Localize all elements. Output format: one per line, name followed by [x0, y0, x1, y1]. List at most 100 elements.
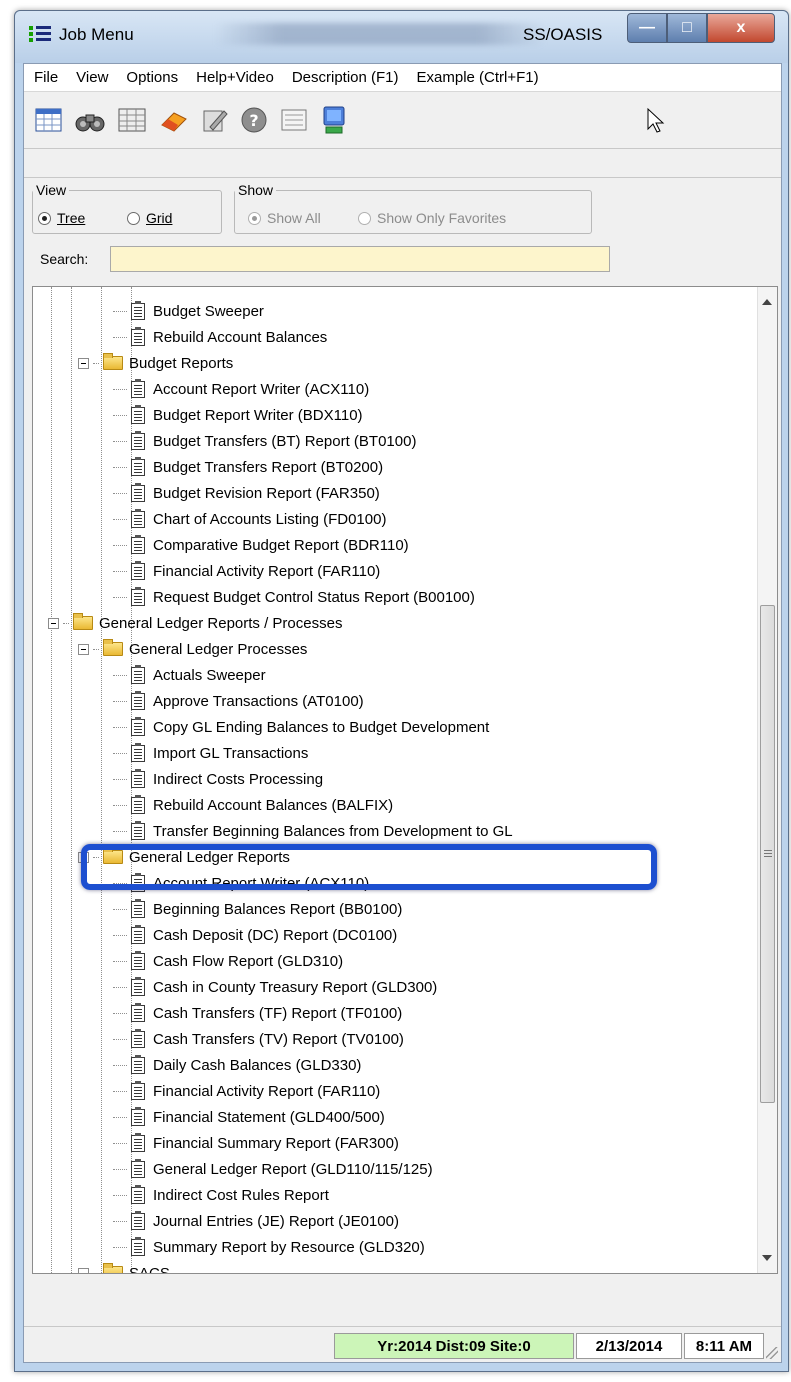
search-input[interactable]	[110, 246, 610, 272]
tree-job-item[interactable]: Request Budget Control Status Report (B0…	[113, 584, 475, 610]
collapse-toggle-icon[interactable]	[78, 1267, 89, 1273]
collapse-toggle-icon[interactable]	[78, 643, 89, 655]
view-grid-radio[interactable]: Grid	[127, 210, 172, 226]
tree-item-label: Budget Transfers (BT) Report (BT0100)	[153, 432, 417, 450]
tree-job-item[interactable]: General Ledger Report (GLD110/115/125)	[113, 1156, 433, 1182]
tree-connector	[113, 674, 127, 676]
tree-item-label: Cash Transfers (TV) Report (TV0100)	[153, 1030, 404, 1048]
tree-job-item[interactable]: Approve Transactions (AT0100)	[113, 688, 364, 714]
tree-job-item[interactable]: Cash Deposit (DC) Report (DC0100)	[113, 922, 397, 948]
tree-folder-node[interactable]: Budget Reports	[78, 350, 233, 376]
tree-job-item[interactable]: Cash Transfers (TF) Report (TF0100)	[113, 1000, 402, 1026]
help-icon[interactable]: ?	[238, 105, 268, 135]
tree-folder-node[interactable]: General Ledger Processes	[78, 636, 307, 662]
show-all-radio[interactable]: Show All	[248, 210, 321, 226]
scroll-up-icon[interactable]	[762, 299, 772, 305]
vertical-scrollbar[interactable]	[757, 287, 777, 1273]
tree-job-item[interactable]: Budget Transfers Report (BT0200)	[113, 454, 383, 480]
view-tree-radio[interactable]: Tree	[38, 210, 85, 226]
tree-job-item[interactable]: Cash in County Treasury Report (GLD300)	[113, 974, 437, 1000]
tree-item-label: Request Budget Control Status Report (B0…	[153, 588, 475, 606]
collapse-toggle-icon[interactable]	[78, 357, 89, 369]
show-favorites-label: Show Only Favorites	[377, 210, 507, 226]
tree-job-item[interactable]: Indirect Cost Rules Report	[113, 1182, 329, 1208]
tree-job-item[interactable]: Summary Report by Resource (GLD320)	[113, 1234, 425, 1260]
tree-job-item[interactable]: Financial Activity Report (FAR110)	[113, 558, 380, 584]
tree-job-item[interactable]: Transfer Beginning Balances from Develop…	[113, 818, 513, 844]
collapse-toggle-icon[interactable]	[48, 617, 59, 629]
tree-item-label: Rebuild Account Balances	[153, 328, 328, 346]
tree-job-item[interactable]: Comparative Budget Report (BDR110)	[113, 532, 409, 558]
eraser-icon[interactable]	[158, 105, 188, 135]
tree-job-item[interactable]: Import GL Transactions	[113, 740, 308, 766]
tree-job-item[interactable]: Budget Revision Report (FAR350)	[113, 480, 380, 506]
menu-view[interactable]: View	[76, 69, 108, 86]
tree-connector	[113, 752, 127, 754]
tree-job-item[interactable]: Financial Activity Report (FAR110)	[113, 1078, 380, 1104]
report-document-icon	[131, 508, 145, 528]
menu-bar: File View Options Help+Video Description…	[24, 64, 781, 92]
tree-job-item[interactable]: Chart of Accounts Listing (FD0100)	[113, 506, 386, 532]
menu-help-video[interactable]: Help+Video	[196, 69, 274, 86]
scrollbar-thumb[interactable]	[760, 605, 775, 1103]
tree-job-item[interactable]: Copy GL Ending Balances to Budget Develo…	[113, 714, 489, 740]
job-menu-window: Job Menu SS/OASIS — □ x File View Option…	[14, 10, 789, 1372]
menu-file[interactable]: File	[34, 69, 58, 86]
scroll-down-icon[interactable]	[762, 1255, 772, 1261]
report-document-icon	[131, 820, 145, 840]
tree-job-item[interactable]: Daily Cash Balances (GLD330)	[113, 1052, 361, 1078]
tree-job-item[interactable]: Indirect Costs Processing	[113, 766, 323, 792]
close-icon: x	[736, 19, 746, 36]
toolbar: ?	[24, 93, 781, 149]
tree-item-label: Beginning Balances Report (BB0100)	[153, 900, 403, 918]
tree-job-item[interactable]: Cash Flow Report (GLD310)	[113, 948, 343, 974]
menu-example[interactable]: Example (Ctrl+F1)	[417, 69, 539, 86]
minimize-button[interactable]: —	[627, 13, 667, 43]
report-document-icon	[131, 300, 145, 320]
tree-job-item[interactable]: Financial Summary Report (FAR300)	[113, 1130, 399, 1156]
report-document-icon	[131, 560, 145, 580]
tree-job-item[interactable]: Journal Entries (JE) Report (JE0100)	[113, 1208, 399, 1234]
tree-item-label: Indirect Cost Rules Report	[153, 1186, 329, 1204]
tree-job-item[interactable]: Rebuild Account Balances	[113, 324, 327, 350]
computer-icon[interactable]	[318, 105, 348, 135]
pencil-icon[interactable]	[198, 105, 228, 135]
tree-job-item[interactable]: Budget Transfers (BT) Report (BT0100)	[113, 428, 416, 454]
tree-item-label: Daily Cash Balances (GLD330)	[153, 1056, 362, 1074]
resize-grip-icon[interactable]	[766, 1347, 778, 1359]
menu-options[interactable]: Options	[126, 69, 178, 86]
tree-item-label: Import GL Transactions	[153, 744, 309, 762]
title-bar[interactable]: Job Menu SS/OASIS — □ x	[15, 11, 788, 63]
tree-job-item[interactable]: Rebuild Account Balances (BALFIX)	[113, 792, 393, 818]
close-button[interactable]: x	[707, 13, 775, 43]
report-document-icon	[131, 794, 145, 814]
list-icon[interactable]	[278, 105, 308, 135]
tree-item-label: Budget Sweeper	[153, 302, 264, 320]
radio-selected-icon	[38, 211, 51, 225]
search-label: Search:	[40, 251, 89, 267]
job-menu-icon	[29, 24, 51, 44]
tree-connector	[113, 388, 127, 390]
calendar-icon[interactable]	[34, 105, 64, 135]
menu-description[interactable]: Description (F1)	[292, 69, 399, 86]
status-date: 2/13/2014	[576, 1333, 682, 1359]
show-group: Show	[234, 182, 592, 234]
tree-job-item[interactable]: Budget Sweeper	[113, 298, 264, 324]
report-document-icon	[131, 534, 145, 554]
show-favorites-radio[interactable]: Show Only Favorites	[358, 210, 506, 226]
tree-job-item[interactable]: Beginning Balances Report (BB0100)	[113, 896, 402, 922]
tree-job-item[interactable]: Financial Statement (GLD400/500)	[113, 1104, 385, 1130]
tree-item-label: Cash Flow Report (GLD310)	[153, 952, 344, 970]
tree-job-item[interactable]: Cash Transfers (TV) Report (TV0100)	[113, 1026, 404, 1052]
tree-connector	[113, 1090, 127, 1092]
maximize-button[interactable]: □	[667, 13, 707, 43]
grid-icon[interactable]	[116, 105, 146, 135]
tree-job-item[interactable]: Budget Report Writer (BDX110)	[113, 402, 363, 428]
binoculars-icon[interactable]	[74, 105, 105, 135]
tree-connector	[113, 1012, 127, 1014]
tree-job-item[interactable]: Actuals Sweeper	[113, 662, 266, 688]
tree-job-item[interactable]: Account Report Writer (ACX110)	[113, 376, 369, 402]
tree-folder-node[interactable]: SACS	[78, 1260, 170, 1273]
tree-folder-node[interactable]: General Ledger Reports / Processes	[48, 610, 342, 636]
tree-guide-line	[101, 287, 102, 1273]
